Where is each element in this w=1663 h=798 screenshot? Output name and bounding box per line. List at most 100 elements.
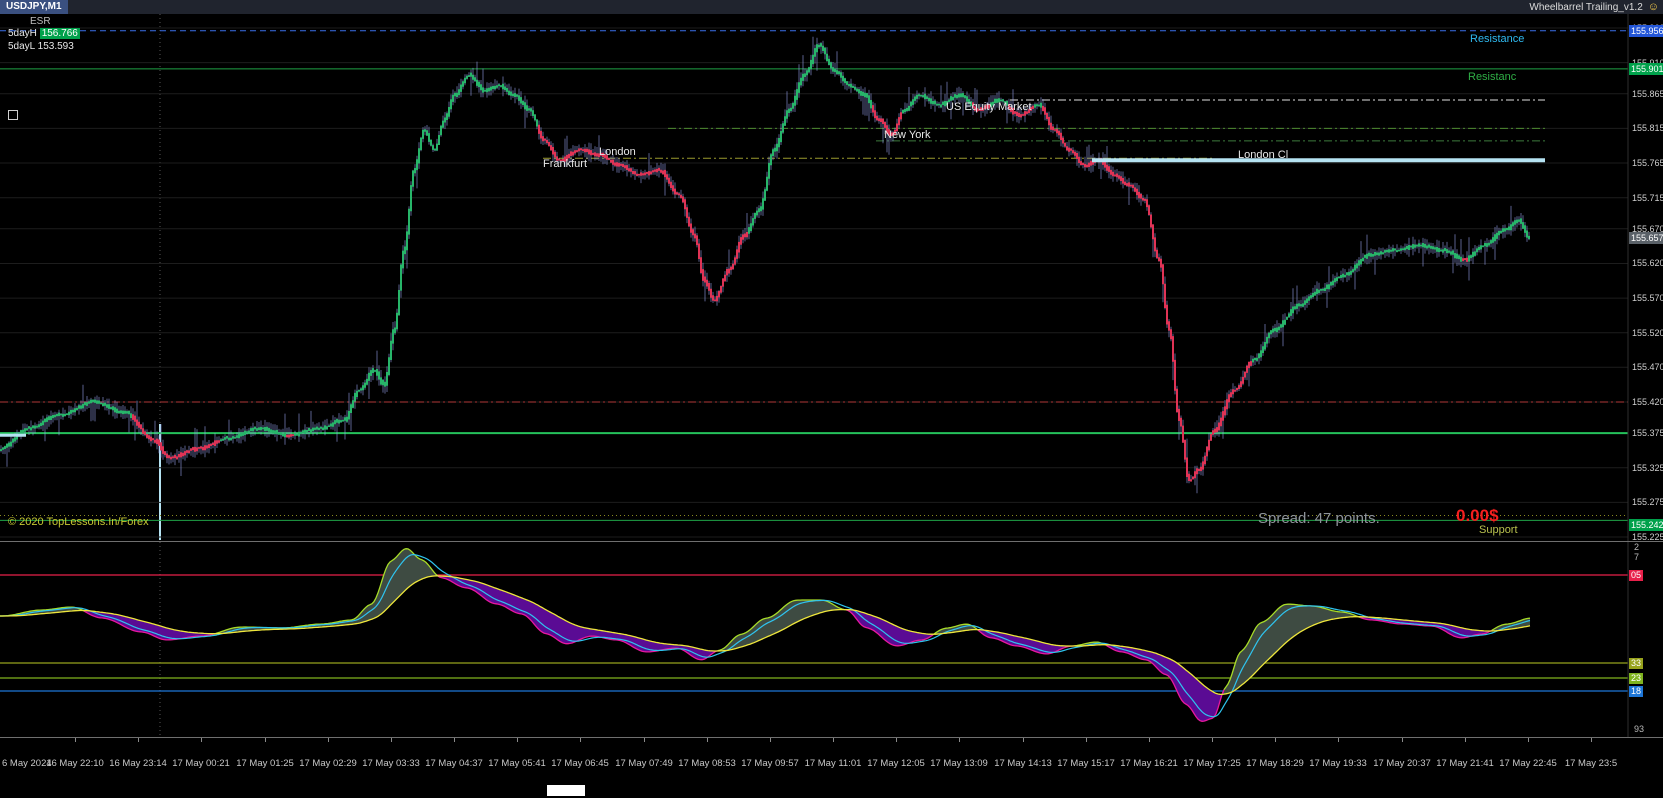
profit-label: 0.00$ [1456,506,1499,525]
indicator-name-label: Wheelbarrel Trailing_v1.2 [1529,1,1643,13]
time-axis-tick [707,738,708,742]
five-day-low: 5dayL 153.593 [8,41,74,52]
time-axis-tick [1402,738,1403,742]
time-axis-label: 17 May 02:29 [299,758,357,769]
five-day-low-label: 5dayL [8,41,35,52]
time-axis-tick [517,738,518,742]
spread-label: Spread: 47 points. [1258,510,1380,527]
time-axis-tick [833,738,834,742]
time-axis-label: 17 May 03:33 [362,758,420,769]
oscillator-layer [0,548,1628,722]
title-bar-right: Wheelbarrel Trailing_v1.2 ☺ [1529,1,1663,13]
price-tick-label: 155.225 [1632,532,1663,542]
time-axis-tick [454,738,455,742]
five-day-high: 5dayH 156.766 [8,28,80,39]
current-price-marker: 155.657 [1629,232,1663,244]
time-axis-label: 6 May 2024 [2,758,52,769]
time-axis-tick [770,738,771,742]
time-axis-label: 17 May 09:57 [741,758,799,769]
five-day-high-label: 5dayH [8,28,37,39]
time-axis-label: 17 May 21:41 [1436,758,1494,769]
time-axis-tick [75,738,76,742]
osc-level-marker: 23 [1629,673,1644,684]
object-anchor[interactable] [8,110,18,120]
session-label: US Equity Market [946,101,1032,113]
time-axis-label: 17 May 23:5 [1564,758,1618,769]
time-axis-label: 17 May 13:09 [930,758,988,769]
osc-level-marker: 18 [1629,686,1644,697]
price-tick-label: 155.815 [1632,123,1663,133]
time-axis-tick [138,738,139,742]
time-axis-tick [1275,738,1276,742]
candle-wicks [0,36,1530,494]
osc-level-marker: 33 [1629,658,1644,669]
symbol-timeframe-label: USDJPY,M1 [0,0,68,14]
five-day-high-value: 156.766 [39,28,80,39]
time-axis-tick [1212,738,1213,742]
mt4-chart-window: USDJPY,M1 Wheelbarrel Trailing_v1.2 ☺ ES… [0,0,1663,798]
esr-label: ESR [30,16,51,27]
time-axis-label: 17 May 01:25 [236,758,294,769]
time-axis-tick [1338,738,1339,742]
time-axis-label: 17 May 05:41 [488,758,546,769]
resistance2-label: Resistanc [1468,71,1517,83]
subwindow-separator-top[interactable] [0,541,1663,542]
osc-scale-label: 2 [1634,542,1640,552]
price-tick-label: 155.420 [1632,397,1663,407]
main-chart-layer [0,27,1628,538]
price-tick-label: 155.375 [1632,428,1663,438]
price-tick-label: 155.275 [1632,497,1663,507]
time-axis-label: 17 May 00:21 [172,758,230,769]
time-axis-tick [1149,738,1150,742]
time-axis-label: 16 May 23:14 [109,758,167,769]
time-axis-tick [644,738,645,742]
time-axis-label: 17 May 06:45 [551,758,609,769]
smiley-icon[interactable]: ☺ [1648,1,1659,13]
time-axis-label: 17 May 16:21 [1120,758,1178,769]
resistance-price-marker: 155.956 [1629,25,1663,37]
time-axis-tick [1528,738,1529,742]
price-tick-label: 155.715 [1632,193,1663,203]
session-label: London Cl [1238,149,1289,161]
time-axis-label: 16 May 22:10 [46,758,104,769]
time-axis-tick [391,738,392,742]
osc-fill-negative [438,575,718,660]
resistance2-price-marker: 155.901 [1629,63,1663,75]
copyright-label: © 2020 TopLessons.In/Forex [8,516,149,528]
time-axis-tick [1023,738,1024,742]
chart-canvas[interactable] [0,0,1663,798]
price-tick-label: 155.865 [1632,89,1663,99]
session-label: Frankfurt [543,158,588,170]
time-axis-tick [201,738,202,742]
support-price-marker: 155.242 [1629,519,1663,531]
time-axis-tick [959,738,960,742]
osc-fill-negative [1106,644,1224,722]
time-axis-label: 17 May 20:37 [1373,758,1431,769]
time-axis-tick [328,738,329,742]
five-day-low-value: 153.593 [37,41,74,52]
time-axis-label: 17 May 18:29 [1246,758,1304,769]
osc-fill-negative [84,610,216,640]
subwindow-separator-bottom[interactable] [0,737,1663,738]
time-axis-label: 17 May 15:17 [1057,758,1115,769]
chart-title-bar: USDJPY,M1 Wheelbarrel Trailing_v1.2 ☺ [0,0,1663,14]
time-axis-label: 17 May 14:13 [994,758,1052,769]
price-tick-label: 155.765 [1632,158,1663,168]
time-axis-tick [1465,738,1466,742]
time-axis-label: 17 May 11:01 [804,758,862,769]
time-axis-label: 17 May 04:37 [425,758,483,769]
price-tick-label: 155.570 [1632,293,1663,303]
time-axis-tick [1591,738,1592,742]
time-axis-label: 17 May 22:45 [1499,758,1557,769]
resistance-label: Resistance [1470,33,1525,45]
time-axis-tick [580,738,581,742]
osc-scale-label: 93 [1634,724,1645,734]
time-axis-label: 17 May 12:05 [867,758,925,769]
price-tick-label: 155.620 [1632,258,1663,268]
session-label: New York [884,129,931,141]
h-scrollbar-thumb[interactable] [547,785,585,796]
time-axis-label: 17 May 17:25 [1183,758,1241,769]
osc-level-marker: 05 [1629,570,1644,581]
time-axis-label: 17 May 08:53 [678,758,736,769]
osc-scale-label: 7 [1634,552,1640,562]
